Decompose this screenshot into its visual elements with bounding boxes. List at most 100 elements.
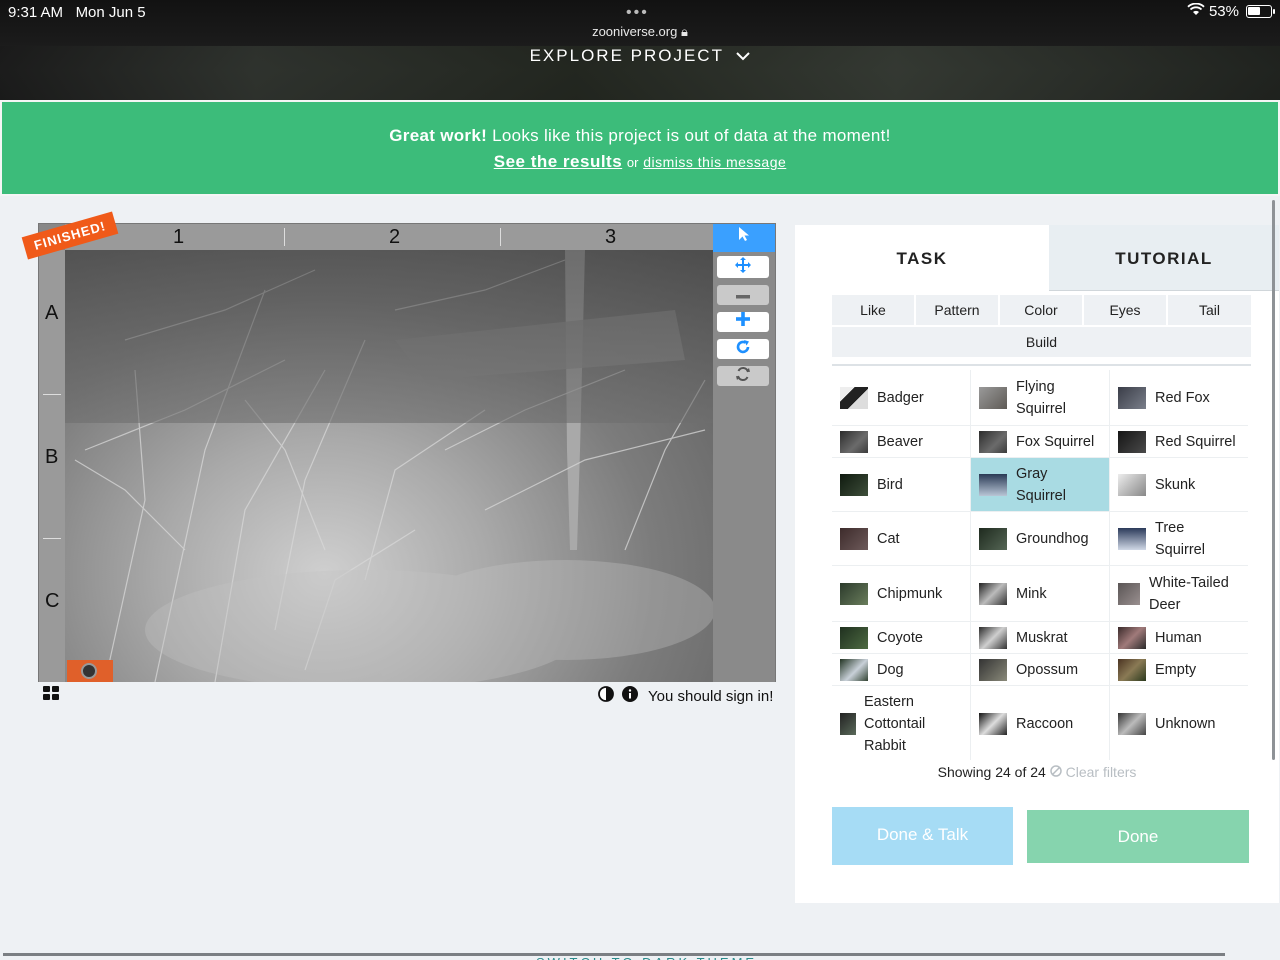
choice-label: Groundhog — [1016, 530, 1089, 547]
pointer-tool-button[interactable] — [713, 224, 775, 252]
refresh-icon — [735, 366, 751, 386]
contrast-icon[interactable] — [598, 686, 614, 706]
banner-great-work: Great work! — [389, 126, 488, 145]
rotate-button[interactable] — [717, 339, 769, 359]
choice-label: Raccoon — [1016, 716, 1074, 732]
row-label: A — [45, 302, 59, 324]
grid-view-icon[interactable] — [43, 686, 61, 702]
muskrat-thumbnail — [979, 626, 1007, 649]
address-bar[interactable]: zooniverse.org 🔒︎ — [0, 24, 1280, 40]
rotate-icon — [735, 340, 751, 359]
choice-red-fox[interactable]: Red Fox — [1110, 370, 1248, 426]
choice-eastern-cottontail-rabbit[interactable]: Eastern Cottontail Rabbit — [832, 686, 970, 762]
page-scrollbar[interactable] — [1272, 200, 1275, 760]
raccoon-thumbnail — [979, 713, 1007, 735]
results-count: Showing 24 of 24 Clear filters — [795, 764, 1279, 780]
cursor-icon — [737, 227, 751, 246]
tab-task[interactable]: TASK — [795, 225, 1049, 291]
choice-chipmunk[interactable]: Chipmunk — [832, 566, 970, 622]
red-fox-thumbnail — [1118, 386, 1146, 409]
choice-label: Beaver — [877, 433, 923, 450]
status-time: 9:31 AM Mon Jun 5 — [8, 4, 146, 21]
done-button[interactable]: Done — [1027, 810, 1249, 863]
choice-fox-squirrel[interactable]: Fox Squirrel — [971, 426, 1109, 458]
filter-tail[interactable]: Tail — [1168, 295, 1251, 325]
dismiss-message-link[interactable]: dismiss this message — [643, 154, 786, 170]
zoom-out-button[interactable] — [717, 285, 769, 305]
url-text: zooniverse.org — [592, 24, 678, 39]
choice-label: Cat — [877, 530, 900, 547]
dog-thumbnail — [840, 658, 868, 681]
tab-tutorial[interactable]: TUTORIAL — [1049, 225, 1279, 291]
minus-icon — [736, 286, 750, 303]
banner-message: Looks like this project is out of data a… — [492, 126, 891, 145]
choice-gray-squirrel[interactable]: Gray Squirrel — [971, 458, 1109, 512]
choice-flying-squirrel[interactable]: Flying Squirrel — [971, 370, 1109, 426]
mink-thumbnail — [979, 582, 1007, 605]
ruler-divider — [43, 394, 61, 395]
showing-text: Showing 24 of 24 — [937, 764, 1046, 780]
choice-label: White-Tailed Deer — [1149, 574, 1229, 613]
info-icon[interactable] — [622, 686, 638, 706]
row-label: B — [45, 446, 59, 468]
choice-unknown[interactable]: Unknown — [1110, 686, 1248, 762]
choice-white-tailed-deer[interactable]: White-Tailed Deer — [1110, 566, 1248, 622]
browser-menu-icon[interactable]: ••• — [626, 4, 649, 22]
choice-human[interactable]: Human — [1110, 622, 1248, 654]
choice-label: Unknown — [1155, 716, 1216, 732]
explore-label: EXPLORE PROJECT — [529, 46, 724, 65]
choice-label: Tree Squirrel — [1155, 519, 1205, 558]
choice-beaver[interactable]: Beaver — [832, 426, 970, 458]
choice-red-squirrel[interactable]: Red Squirrel — [1110, 426, 1248, 458]
choice-opossum[interactable]: Opossum — [971, 654, 1109, 686]
choice-empty[interactable]: Empty — [1110, 654, 1248, 686]
reset-view-button[interactable] — [717, 366, 769, 386]
choice-label: Fox Squirrel — [1016, 433, 1095, 450]
opossum-thumbnail — [979, 658, 1007, 681]
fox-squirrel-thumbnail — [979, 430, 1007, 453]
choice-cat[interactable]: Cat — [832, 512, 970, 566]
choice-bird[interactable]: Bird — [832, 458, 970, 512]
choice-label: Red Squirrel — [1155, 433, 1236, 450]
sign-in-message[interactable]: You should sign in! — [648, 688, 773, 705]
choice-coyote[interactable]: Coyote — [832, 622, 970, 654]
banner-or: or — [626, 155, 639, 170]
filter-color[interactable]: Color — [1000, 295, 1082, 325]
clear-filters-button[interactable]: Clear filters — [1049, 764, 1136, 780]
choice-skunk[interactable]: Skunk — [1110, 458, 1248, 512]
filter-pattern[interactable]: Pattern — [916, 295, 998, 325]
choice-label: Red Fox — [1155, 389, 1210, 406]
choice-label: Chipmunk — [877, 585, 943, 602]
ruler-divider — [43, 538, 61, 539]
choice-tree-squirrel[interactable]: Tree Squirrel — [1110, 512, 1248, 566]
white-tailed-deer-thumbnail — [1118, 582, 1140, 605]
move-tool-button[interactable] — [717, 256, 769, 278]
theme-toggle-link[interactable]: SWITCH TO DARK THEME — [536, 955, 757, 960]
cat-thumbnail — [840, 527, 868, 550]
empty-thumbnail — [1118, 658, 1146, 681]
explore-project-menu[interactable]: EXPLORE PROJECT — [0, 46, 1280, 66]
choice-label: Coyote — [877, 629, 923, 646]
see-results-link[interactable]: See the results — [494, 152, 622, 171]
done-and-talk-button[interactable]: Done & Talk — [832, 807, 1013, 865]
filter-eyes[interactable]: Eyes — [1084, 295, 1166, 325]
gray-squirrel-thumbnail — [979, 473, 1007, 496]
choice-groundhog[interactable]: Groundhog — [971, 512, 1109, 566]
choice-raccoon[interactable]: Raccoon — [971, 686, 1109, 762]
choice-label: Skunk — [1155, 476, 1196, 493]
zoom-in-button[interactable] — [717, 312, 769, 332]
choice-muskrat[interactable]: Muskrat — [971, 622, 1109, 654]
choice-mink[interactable]: Mink — [971, 566, 1109, 622]
chipmunk-thumbnail — [840, 582, 868, 605]
tree-squirrel-thumbnail — [1118, 527, 1146, 550]
choice-dog[interactable]: Dog — [832, 654, 970, 686]
battery-percent: 53% — [1208, 3, 1239, 20]
filter-divider — [832, 364, 1251, 366]
filter-build[interactable]: Build — [832, 327, 1251, 357]
flying-squirrel-thumbnail — [979, 386, 1007, 409]
image-dark-region — [65, 250, 713, 423]
top-bar: 9:31 AM Mon Jun 5 ••• zooniverse.org 🔒︎ … — [0, 0, 1280, 100]
choice-badger[interactable]: Badger — [832, 370, 970, 426]
filter-like[interactable]: Like — [832, 295, 914, 325]
trail-camera-image[interactable] — [65, 250, 713, 682]
